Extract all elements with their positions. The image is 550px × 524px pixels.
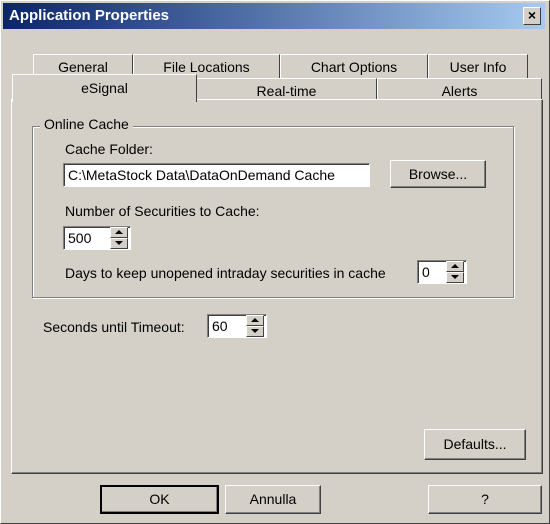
chevron-down-icon (251, 329, 259, 333)
timeout-value: 60 (212, 318, 228, 334)
help-button[interactable]: ? (428, 485, 542, 514)
timeout-stepper[interactable] (246, 315, 264, 337)
num-securities-label: Number of Securities to Cache: (65, 203, 260, 219)
chevron-up-icon (451, 264, 459, 268)
num-securities-value: 500 (68, 230, 92, 246)
num-securities-stepper[interactable] (110, 227, 128, 249)
chevron-up-icon (115, 230, 123, 234)
cache-folder-label: Cache Folder: (65, 141, 153, 157)
defaults-button[interactable]: Defaults... (424, 429, 526, 460)
close-button[interactable]: × (523, 7, 541, 25)
browse-button[interactable]: Browse... (390, 160, 486, 188)
spin-down-button[interactable] (110, 238, 128, 249)
days-keep-value: 0 (422, 264, 430, 280)
spin-up-button[interactable] (446, 261, 464, 272)
cache-folder-field[interactable]: C:\MetaStock Data\DataOnDemand Cache (63, 163, 370, 187)
tab-label: General (58, 59, 108, 75)
cancel-button[interactable]: Annulla (225, 485, 321, 514)
tab-label: Alerts (441, 83, 478, 99)
tab-chart-options[interactable]: Chart Options (280, 54, 428, 78)
tab-user-info[interactable]: User Info (428, 54, 528, 78)
ok-button[interactable]: OK (100, 485, 219, 514)
spin-down-button[interactable] (446, 272, 464, 283)
tab-label: eSignal (81, 80, 128, 96)
tab-label: Real-time (256, 83, 317, 99)
tab-label: File Locations (163, 59, 250, 75)
online-cache-group-title: Online Cache (40, 116, 133, 132)
spin-down-button[interactable] (246, 326, 264, 337)
tab-label: Chart Options (310, 59, 398, 75)
days-keep-stepper[interactable] (446, 261, 464, 283)
spin-up-button[interactable] (110, 227, 128, 238)
timeout-label: Seconds until Timeout: (43, 319, 185, 335)
window-title: Application Properties (9, 7, 170, 24)
close-icon: × (527, 7, 537, 23)
tab-esignal[interactable]: eSignal (12, 74, 197, 102)
title-bar: Application Properties × (3, 3, 545, 29)
chevron-up-icon (251, 318, 259, 322)
chevron-down-icon (451, 275, 459, 279)
chevron-down-icon (115, 241, 123, 245)
spin-up-button[interactable] (246, 315, 264, 326)
tab-label: User Info (449, 59, 507, 75)
days-keep-label: Days to keep unopened intraday securitie… (65, 265, 386, 281)
